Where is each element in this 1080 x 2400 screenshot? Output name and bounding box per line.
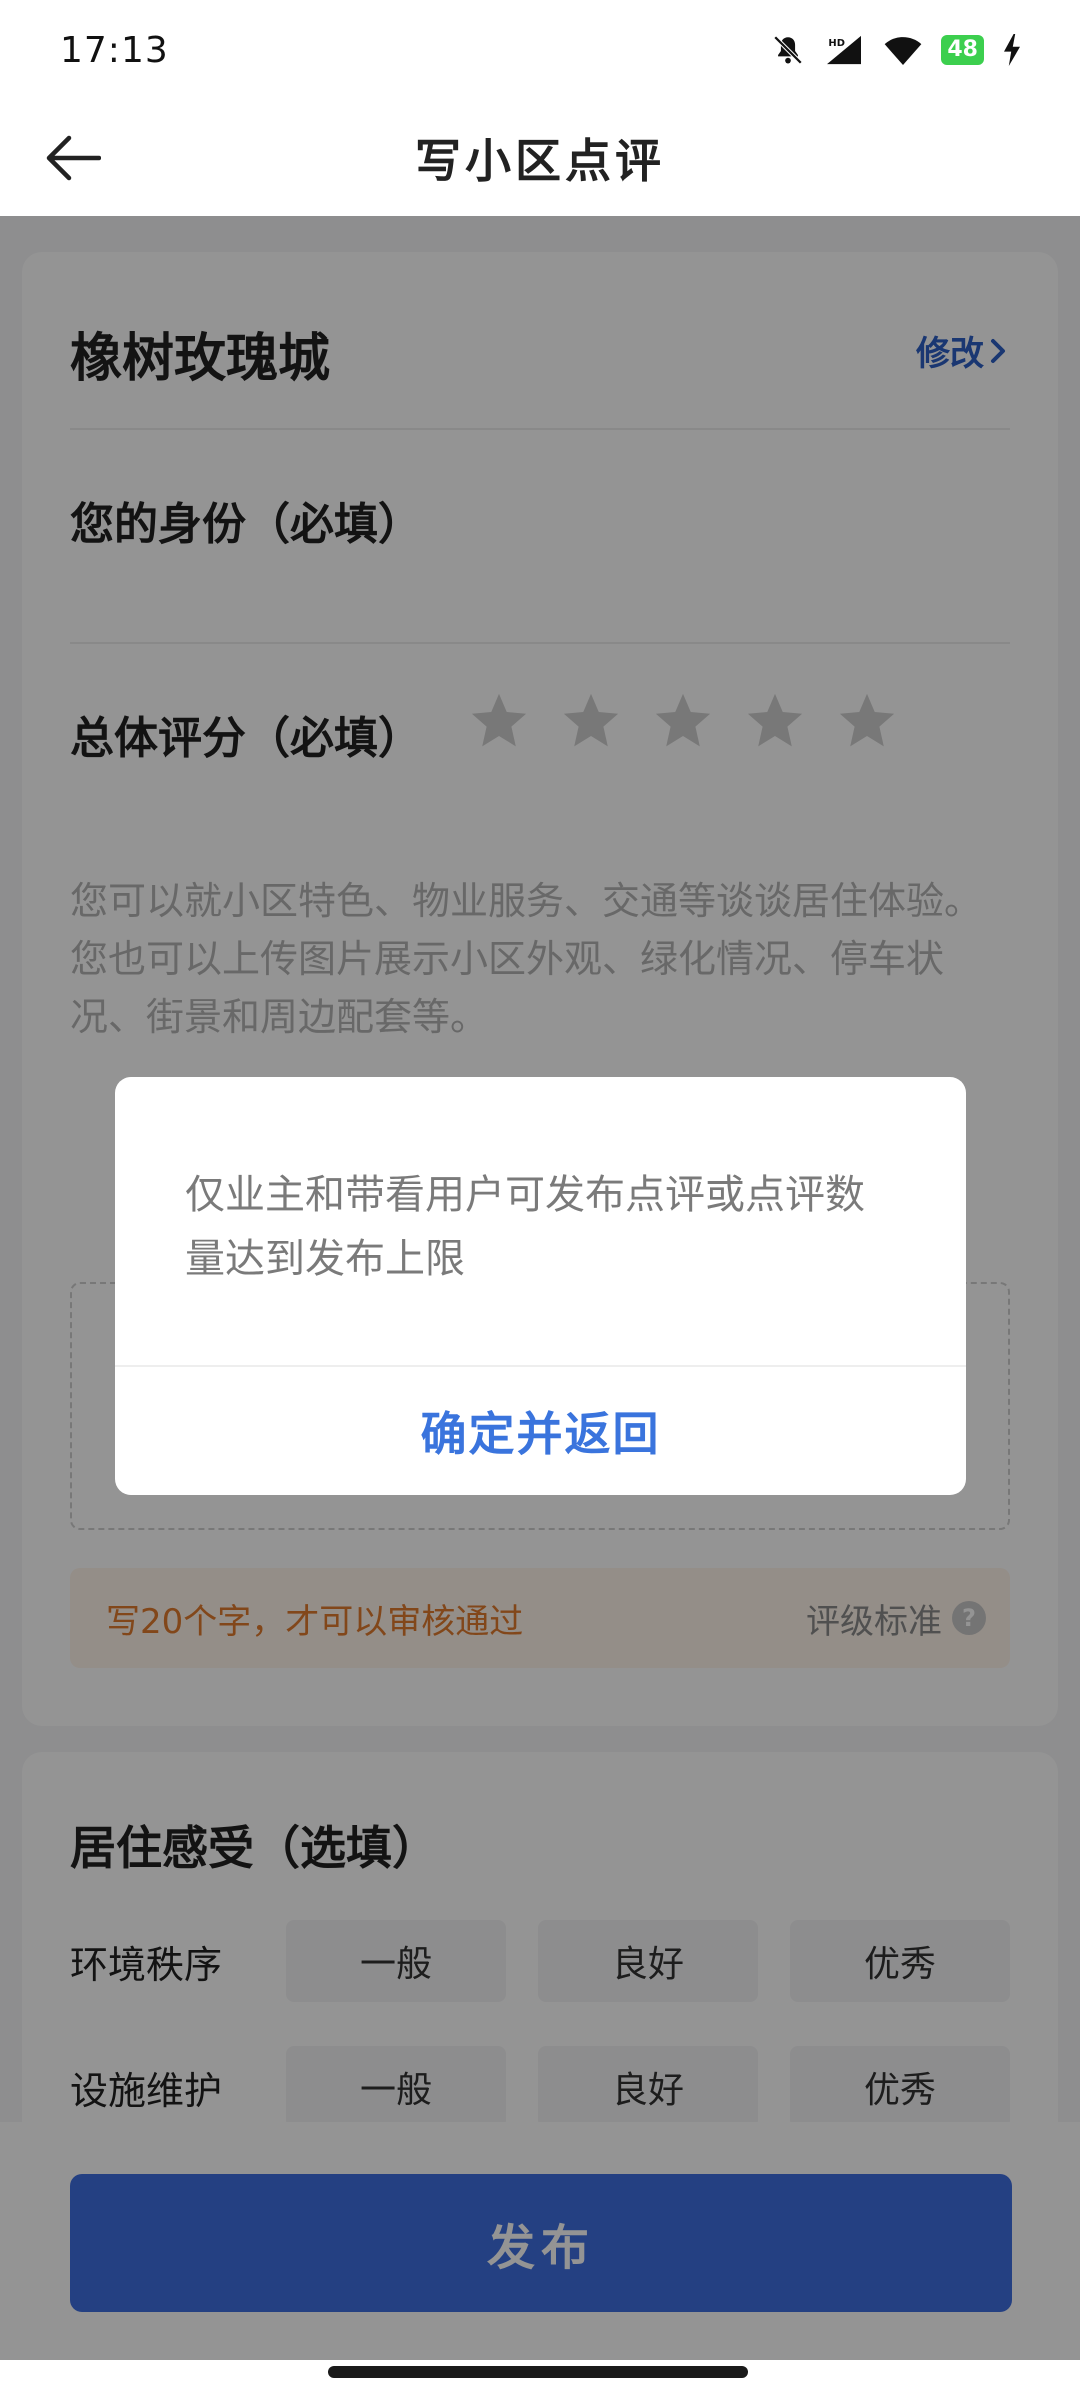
signal-hd-icon: HD — [823, 33, 865, 67]
alert-dialog: 仅业主和带看用户可发布点评或点评数量达到发布上限 确定并返回 — [115, 1077, 966, 1495]
status-icons: HD 48 — [771, 33, 1022, 67]
wifi-icon — [883, 33, 923, 67]
back-button[interactable] — [38, 124, 106, 192]
battery-indicator: 48 — [941, 35, 984, 65]
status-time: 17:13 — [60, 29, 169, 71]
confirm-return-button[interactable]: 确定并返回 — [115, 1367, 966, 1495]
back-arrow-icon — [46, 135, 101, 181]
svg-text:HD: HD — [829, 38, 846, 49]
page-title: 写小区点评 — [415, 134, 665, 188]
title-bar: 写小区点评 — [0, 100, 1080, 216]
dialog-message: 仅业主和带看用户可发布点评或点评数量达到发布上限 — [185, 1172, 865, 1282]
mute-bell-icon — [771, 33, 805, 67]
charging-icon — [1002, 34, 1022, 66]
home-indicator[interactable] — [328, 2366, 748, 2378]
status-bar: 17:13 HD 48 — [0, 0, 1080, 100]
